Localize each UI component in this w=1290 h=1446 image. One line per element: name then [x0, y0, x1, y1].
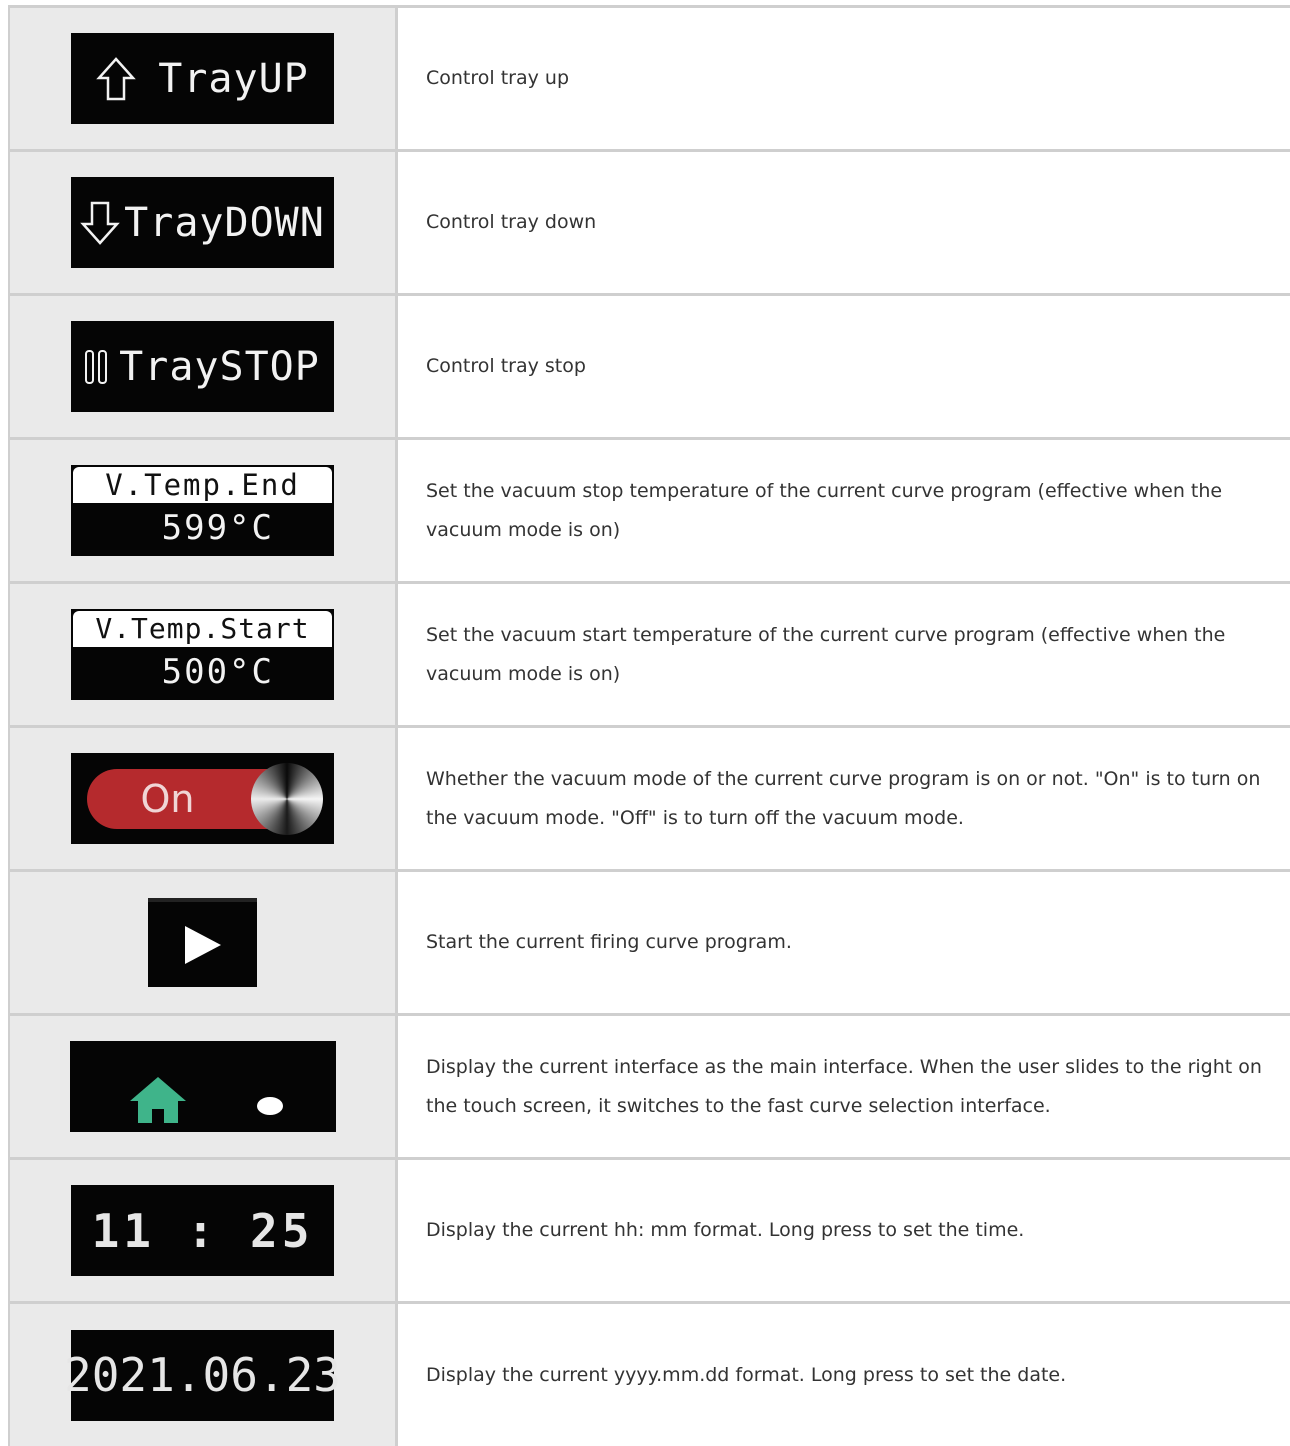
table-row: TrayDOWN Control tray down	[8, 149, 1290, 293]
description: Control tray up	[426, 67, 570, 89]
time-value: 11 : 25	[91, 1203, 314, 1258]
table-row: V.Temp.End 599°C Set the vacuum stop tem…	[8, 437, 1290, 581]
table-row: Start the current firing curve program.	[8, 869, 1290, 1013]
tray-stop-button[interactable]: TraySTOP	[71, 321, 334, 412]
page-dot	[256, 1097, 283, 1115]
vacuum-start-temp-field[interactable]: V.Temp.Start 500°C	[71, 609, 334, 700]
time-display[interactable]: 11 : 25	[71, 1185, 334, 1276]
tray-up-label: TrayUP	[158, 55, 309, 102]
icon-cell: 11 : 25	[8, 1160, 398, 1301]
page-indicator[interactable]	[69, 1041, 336, 1132]
toggle-knob	[250, 762, 323, 835]
icon-cell: On	[8, 728, 398, 869]
icon-cell: TrayDOWN	[8, 152, 398, 293]
pause-outline-icon	[85, 349, 108, 384]
description: Control tray stop	[426, 355, 586, 377]
date-value: 2021.06.23	[64, 1348, 341, 1402]
toggle-label: On	[140, 776, 195, 821]
vacuum-end-temp-label: V.Temp.End	[73, 467, 332, 503]
vacuum-mode-toggle[interactable]: On	[71, 753, 334, 844]
table-row: On Whether the vacuum mode of the curren…	[8, 725, 1290, 869]
tray-down-button[interactable]: TrayDOWN	[71, 177, 334, 268]
vacuum-start-temp-value: 500°C	[161, 652, 274, 692]
vacuum-end-temp-value: 599°C	[161, 508, 274, 548]
tray-stop-label: TraySTOP	[119, 343, 320, 390]
tray-down-label: TrayDOWN	[124, 199, 325, 246]
home-icon	[129, 1077, 186, 1123]
description: Set the vacuum start temperature of the …	[426, 623, 1226, 685]
icon-cell: V.Temp.End 599°C	[8, 440, 398, 581]
table-row: 11 : 25 Display the current hh: mm forma…	[8, 1157, 1290, 1301]
icon-cell: 2021.06.23	[8, 1304, 398, 1446]
arrow-up-outline-icon	[96, 56, 137, 100]
vacuum-end-temp-field[interactable]: V.Temp.End 599°C	[71, 465, 334, 556]
date-display[interactable]: 2021.06.23	[64, 1329, 341, 1421]
description: Start the current firing curve program.	[426, 931, 792, 953]
icon-cell: TrayUP	[8, 8, 398, 149]
icon-cell: V.Temp.Start 500°C	[8, 584, 398, 725]
table-row: TraySTOP Control tray stop	[8, 293, 1290, 437]
description: Control tray down	[426, 211, 597, 233]
icon-cell: TraySTOP	[8, 296, 398, 437]
table-row: TrayUP Control tray up	[8, 5, 1290, 149]
description: Display the current hh: mm format. Long …	[426, 1219, 1025, 1241]
icon-cell	[8, 872, 398, 1013]
table-row: Display the current interface as the mai…	[8, 1013, 1290, 1157]
play-icon	[184, 925, 221, 964]
table-row: 2021.06.23 Display the current yyyy.mm.d…	[8, 1301, 1290, 1446]
icon-cell	[8, 1016, 398, 1157]
table-row: V.Temp.Start 500°C Set the vacuum start …	[8, 581, 1290, 725]
vacuum-start-temp-label: V.Temp.Start	[73, 611, 332, 647]
description: Whether the vacuum mode of the current c…	[426, 767, 1261, 829]
tray-up-button[interactable]: TrayUP	[71, 33, 334, 124]
function-table: TrayUP Control tray up TrayDOWN Control …	[8, 5, 1290, 1446]
toggle-track: On	[86, 762, 323, 835]
description: Display the current interface as the mai…	[426, 1055, 1262, 1117]
arrow-down-outline-icon	[80, 201, 120, 245]
description: Display the current yyyy.mm.dd format. L…	[426, 1363, 1067, 1386]
start-program-button[interactable]	[148, 898, 257, 987]
description: Set the vacuum stop temperature of the c…	[426, 479, 1223, 541]
